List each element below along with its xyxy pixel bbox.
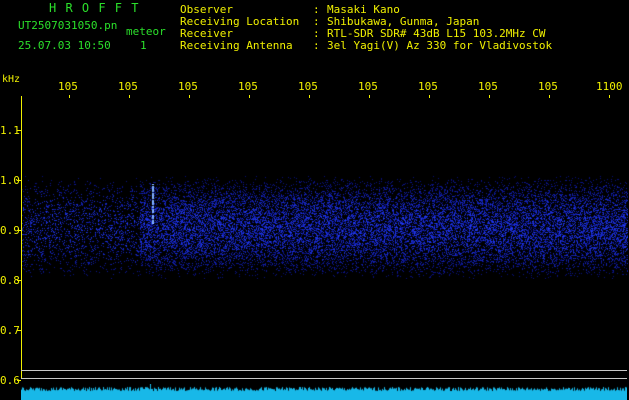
frequency-tick: 105 <box>58 80 78 93</box>
event-count: 1 <box>140 39 147 52</box>
app-title: H R O F F T <box>49 1 140 15</box>
echo-noise-band <box>22 175 628 279</box>
frequency-tick: 1100 <box>596 80 623 93</box>
spectrogram-plot <box>21 96 628 378</box>
antenna-value: 3el Yagi(V) Az 330 for Vladivostok <box>327 39 553 52</box>
event-type-label: meteor <box>126 25 166 38</box>
frequency-tick: 105 <box>238 80 258 93</box>
amplitude-tick-label: 1.0 <box>0 174 20 187</box>
antenna-label: Receiving Antenna <box>180 39 293 52</box>
amplitude-tick-label: 0.6 <box>0 374 20 387</box>
amplitude-tick-label: 0.7 <box>0 324 20 337</box>
amplitude-tick-mark <box>17 380 21 381</box>
amplitude-tick-label: 0.9 <box>0 224 20 237</box>
frequency-tick: 105 <box>538 80 558 93</box>
frequency-tick: 105 <box>418 80 438 93</box>
reference-line-upper <box>21 370 627 371</box>
frequency-tick: 105 <box>178 80 198 93</box>
frequency-tick: 105 <box>298 80 318 93</box>
hrofft-screen: H R O F F T UT2507031050.pn meteor 25.07… <box>0 0 629 400</box>
reference-line-lower <box>21 378 627 379</box>
frequency-tick: 105 <box>118 80 138 93</box>
frequency-tick: 105 <box>478 80 498 93</box>
observation-timestamp: 25.07.03 10:50 <box>18 39 111 52</box>
frequency-tick: 105 <box>358 80 378 93</box>
amplitude-tick-label: 0.8 <box>0 274 20 287</box>
signal-level-strip <box>21 384 627 400</box>
amplitude-tick-label: 1.1 <box>0 124 20 137</box>
meteor-trace-icon <box>150 184 156 224</box>
file-name: UT2507031050.pn <box>18 19 118 32</box>
antenna-colon: : <box>313 39 320 52</box>
frequency-axis: 105 105 105 105 105 105 105 105 105 1100 <box>0 80 629 94</box>
